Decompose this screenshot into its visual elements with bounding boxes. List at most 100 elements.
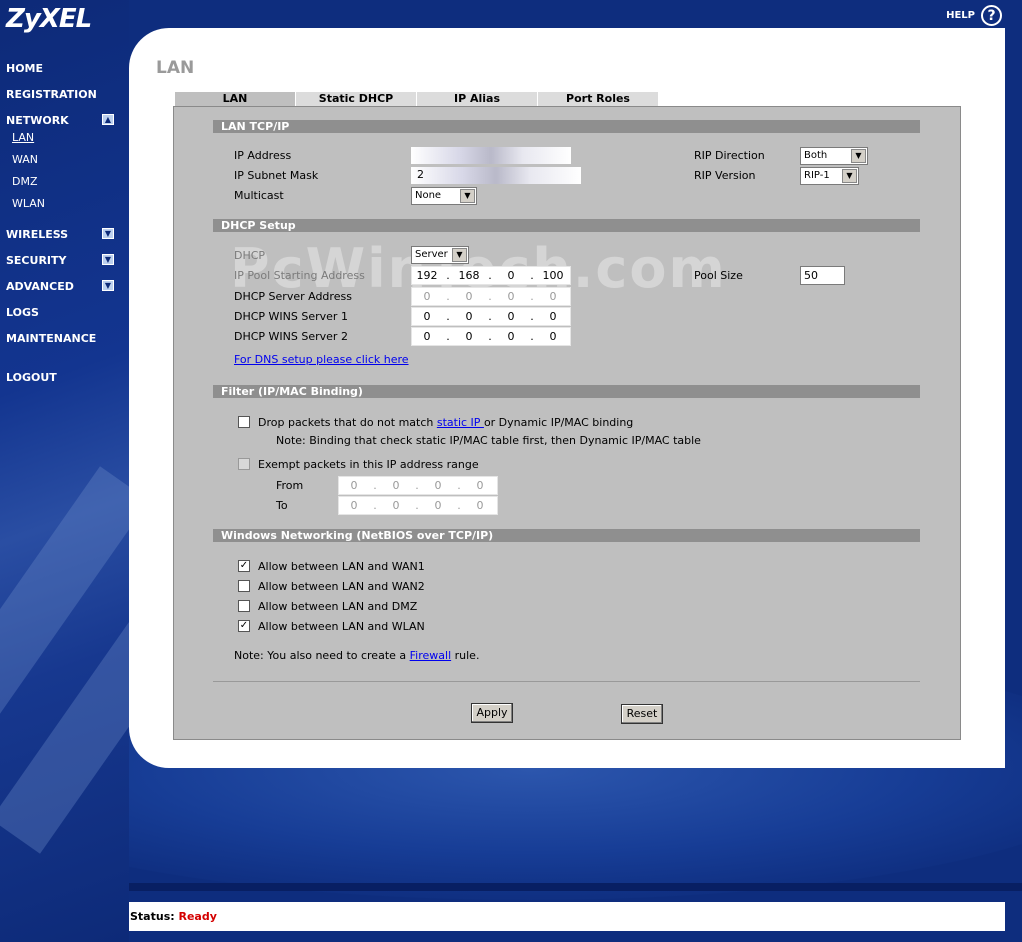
reset-button[interactable]: Reset	[621, 704, 663, 724]
drop-text: Drop packets that do not match	[258, 416, 437, 429]
subnet-mask-prefix: 2	[417, 168, 424, 181]
allow-wan1-checkbox[interactable]: ✓	[238, 560, 250, 572]
octet[interactable]: 0	[339, 499, 369, 512]
allow-wlan-checkbox[interactable]: ✓	[238, 620, 250, 632]
expand-icon[interactable]: ▼	[102, 280, 114, 291]
nav-advanced[interactable]: ADVANCED	[6, 280, 74, 293]
firewall-link[interactable]: Firewall	[410, 649, 451, 662]
expand-icon[interactable]: ▼	[102, 254, 114, 265]
nav-network[interactable]: NETWORK	[6, 114, 69, 127]
allow-dmz-label: Allow between LAN and DMZ	[258, 600, 418, 613]
help-icon[interactable]: ?	[981, 5, 1002, 26]
section-filter: Filter (IP/MAC Binding)	[213, 385, 920, 398]
divider	[213, 681, 920, 682]
section-dhcp-setup: DHCP Setup	[213, 219, 920, 232]
expand-icon[interactable]: ▼	[102, 228, 114, 239]
tab-ip-alias[interactable]: IP Alias	[416, 91, 537, 106]
allow-dmz-checkbox[interactable]	[238, 600, 250, 612]
rip-direction-select[interactable]: Both ▼	[800, 147, 868, 165]
octet[interactable]: 0	[412, 330, 442, 343]
rip-direction-value: Both	[804, 150, 828, 161]
chevron-down-icon[interactable]: ▼	[842, 169, 857, 183]
tab-bar: LAN Static DHCP IP Alias Port Roles	[174, 91, 658, 106]
octet[interactable]: 0	[538, 310, 568, 323]
octet[interactable]: 192	[412, 269, 442, 282]
nav-sub-wlan[interactable]: WLAN	[12, 197, 45, 210]
section-lan-tcpip: LAN TCP/IP	[213, 120, 920, 133]
multicast-select[interactable]: None ▼	[411, 187, 477, 205]
octet[interactable]: 0	[423, 479, 453, 492]
exempt-packets-label: Exempt packets in this IP address range	[258, 458, 479, 471]
octet[interactable]: 0	[423, 499, 453, 512]
octet[interactable]: 0	[465, 479, 495, 492]
nav-sub-lan[interactable]: LAN	[12, 131, 34, 144]
nav-logs[interactable]: LOGS	[6, 306, 39, 319]
zyxel-logo: ZyXEL	[6, 4, 92, 34]
nav-wireless[interactable]: WIRELESS	[6, 228, 68, 241]
octet[interactable]: 0	[412, 290, 442, 303]
help-button[interactable]: HELP ?	[946, 5, 1002, 26]
exempt-packets-checkbox[interactable]	[238, 458, 250, 470]
nav-home[interactable]: HOME	[6, 62, 43, 75]
multicast-label: Multicast	[234, 189, 284, 202]
collapse-icon[interactable]: ▲	[102, 114, 114, 125]
subnet-mask-input[interactable]: 2	[411, 167, 581, 184]
wins2-label: DHCP WINS Server 2	[234, 330, 348, 343]
octet[interactable]: 0	[465, 499, 495, 512]
status-value: Ready	[178, 910, 217, 923]
octet[interactable]: 0	[381, 479, 411, 492]
nav-sub-wan[interactable]: WAN	[12, 153, 38, 166]
ip-address-input[interactable]	[411, 147, 571, 164]
octet[interactable]: 0	[412, 310, 442, 323]
wins2-input[interactable]: 0. 0. 0. 0	[411, 327, 571, 346]
rip-version-value: RIP-1	[804, 170, 830, 181]
octet[interactable]: 0	[496, 290, 526, 303]
octet[interactable]: 0	[454, 290, 484, 303]
dhcp-value: Server	[415, 249, 448, 260]
apply-button[interactable]: Apply	[471, 703, 513, 723]
nav-logout[interactable]: LOGOUT	[6, 371, 57, 384]
octet[interactable]: 100	[538, 269, 568, 282]
chevron-down-icon[interactable]: ▼	[460, 189, 475, 203]
octet[interactable]: 168	[454, 269, 484, 282]
pool-size-input[interactable]: 50	[800, 266, 845, 285]
octet[interactable]: 0	[496, 269, 526, 282]
drop-text: or Dynamic IP/MAC binding	[483, 416, 634, 429]
dhcp-select[interactable]: Server ▼	[411, 246, 469, 264]
ip-address-label: IP Address	[234, 149, 292, 162]
pool-start-input[interactable]: 192. 168. 0. 100	[411, 266, 571, 285]
wins1-label: DHCP WINS Server 1	[234, 310, 348, 323]
octet[interactable]: 0	[538, 290, 568, 303]
allow-wan2-checkbox[interactable]	[238, 580, 250, 592]
to-ip-input[interactable]: 0. 0. 0. 0	[338, 496, 498, 515]
octet[interactable]: 0	[496, 310, 526, 323]
drop-packets-checkbox[interactable]	[238, 416, 250, 428]
nav-maintenance[interactable]: MAINTENANCE	[6, 332, 96, 345]
tab-lan[interactable]: LAN	[174, 91, 295, 106]
tab-port-roles[interactable]: Port Roles	[537, 91, 658, 106]
octet[interactable]: 0	[496, 330, 526, 343]
dns-setup-link[interactable]: For DNS setup please click here	[234, 353, 409, 366]
footer-band	[129, 883, 1022, 891]
static-ip-link[interactable]: static IP	[437, 416, 484, 429]
wins1-input[interactable]: 0. 0. 0. 0	[411, 307, 571, 326]
octet[interactable]: 0	[538, 330, 568, 343]
chevron-down-icon[interactable]: ▼	[851, 149, 866, 163]
rip-version-select[interactable]: RIP-1 ▼	[800, 167, 859, 185]
octet[interactable]: 0	[339, 479, 369, 492]
chevron-down-icon[interactable]: ▼	[452, 248, 467, 262]
rip-version-label: RIP Version	[694, 169, 756, 182]
from-ip-input[interactable]: 0. 0. 0. 0	[338, 476, 498, 495]
nav-sub-dmz[interactable]: DMZ	[12, 175, 38, 188]
octet[interactable]: 0	[381, 499, 411, 512]
octet[interactable]: 0	[454, 330, 484, 343]
status-label: Status:	[130, 910, 175, 923]
allow-wan2-label: Allow between LAN and WAN2	[258, 580, 425, 593]
nav-registration[interactable]: REGISTRATION	[6, 88, 97, 101]
nav-security[interactable]: SECURITY	[6, 254, 66, 267]
note-text: Note: You also need to create a	[234, 649, 410, 662]
octet[interactable]: 0	[454, 310, 484, 323]
server-address-input[interactable]: 0. 0. 0. 0	[411, 287, 571, 306]
allow-wlan-label: Allow between LAN and WLAN	[258, 620, 425, 633]
tab-static-dhcp[interactable]: Static DHCP	[295, 91, 416, 106]
